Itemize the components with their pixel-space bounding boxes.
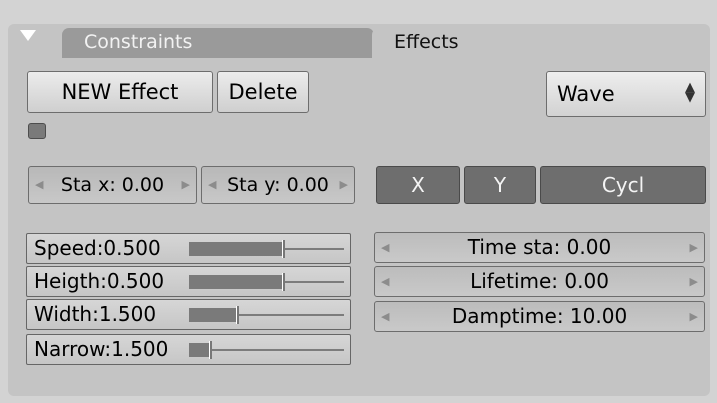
lifetime-field[interactable]: ◀ Lifetime: 0.00 ▶: [374, 266, 705, 297]
sta-x-field[interactable]: ◀ Sta x: 0.00 ▶: [28, 166, 197, 204]
left-arrow-icon[interactable]: ◀: [208, 167, 216, 203]
slider-knob[interactable]: [209, 341, 212, 359]
slider-knob[interactable]: [282, 273, 285, 291]
effect-type-value: Wave: [557, 82, 615, 106]
slider-fill: [189, 275, 282, 289]
new-effect-button[interactable]: NEW Effect: [27, 71, 213, 113]
right-arrow-icon[interactable]: ▶: [690, 267, 698, 296]
right-arrow-icon[interactable]: ▶: [690, 233, 698, 262]
left-arrow-icon[interactable]: ◀: [381, 302, 389, 331]
cycl-toggle-button[interactable]: Cycl: [540, 166, 706, 204]
left-arrow-icon[interactable]: ◀: [35, 167, 43, 203]
left-arrow-icon[interactable]: ◀: [381, 267, 389, 296]
time-sta-field[interactable]: ◀ Time sta: 0.00 ▶: [374, 232, 705, 263]
x-toggle-button[interactable]: X: [376, 166, 460, 204]
slider-fill: [189, 343, 209, 357]
width-slider-label: Width:1.500: [34, 302, 157, 326]
effect-enable-toggle[interactable]: [28, 123, 46, 139]
updown-arrows-icon: ▲ ▼: [685, 80, 695, 105]
width-slider[interactable]: Width:1.500: [26, 299, 351, 330]
effect-type-select[interactable]: Wave ▲ ▼: [546, 71, 706, 117]
delete-button[interactable]: Delete: [217, 71, 309, 113]
right-arrow-icon[interactable]: ▶: [340, 167, 348, 203]
speed-slider[interactable]: Speed:0.500: [26, 233, 351, 264]
lifetime-label: Lifetime: 0.00: [470, 269, 609, 293]
slider-knob[interactable]: [236, 306, 239, 324]
slider-fill: [189, 308, 236, 322]
sta-y-field[interactable]: ◀ Sta y: 0.00 ▶: [201, 166, 355, 204]
tab-constraints[interactable]: Constraints: [62, 28, 374, 58]
tab-effects[interactable]: Effects: [372, 28, 686, 58]
slider-fill: [189, 242, 282, 256]
right-arrow-icon[interactable]: ▶: [690, 302, 698, 331]
damptime-label: Damptime: 10.00: [451, 304, 628, 328]
sta-x-label: Sta x: 0.00: [60, 174, 165, 196]
y-toggle-button[interactable]: Y: [464, 166, 536, 204]
heigth-slider-label: Heigth:0.500: [34, 269, 165, 293]
narrow-slider-label: Narrow:1.500: [34, 337, 169, 361]
narrow-slider[interactable]: Narrow:1.500: [26, 334, 351, 365]
damptime-field[interactable]: ◀ Damptime: 10.00 ▶: [374, 301, 705, 332]
sta-y-label: Sta y: 0.00: [227, 174, 329, 196]
heigth-slider[interactable]: Heigth:0.500: [26, 266, 351, 297]
slider-knob[interactable]: [282, 240, 285, 258]
time-sta-label: Time sta: 0.00: [467, 235, 612, 259]
left-arrow-icon[interactable]: ◀: [381, 233, 389, 262]
speed-slider-label: Speed:0.500: [34, 236, 161, 260]
right-arrow-icon[interactable]: ▶: [182, 167, 190, 203]
collapse-triangle-icon[interactable]: [20, 30, 36, 41]
slider-track: [189, 349, 344, 351]
